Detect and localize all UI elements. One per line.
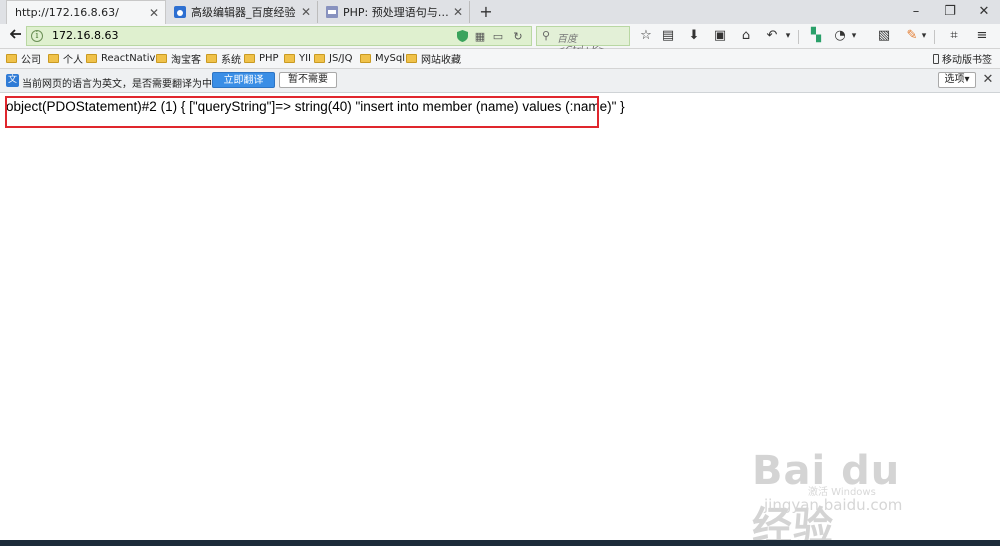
- tab-php-docs[interactable]: PHP: 预处理语句与存储过程 ✕: [318, 1, 470, 23]
- bookmark-label: 淘宝客: [171, 55, 201, 66]
- tab-baidu-jingyan[interactable]: 高级编辑器_百度经验 ✕: [166, 1, 318, 23]
- bookmark-label: 公司: [21, 55, 41, 66]
- tab-title: PHP: 预处理语句与存储过程: [343, 6, 451, 19]
- close-tab-icon[interactable]: ✕: [299, 5, 313, 19]
- bookmark-label: 系统: [221, 55, 241, 66]
- folder-icon: [6, 54, 17, 63]
- highlight-annotation-box: [5, 96, 599, 128]
- bookmarks-bar: 公司 个人 ReactNative 淘宝客 系统 PHP YII JS/JQ M…: [0, 49, 1000, 69]
- bookmark-label: ReactNative: [101, 53, 162, 64]
- translate-now-button[interactable]: 立即翻译: [212, 72, 275, 88]
- folder-icon: [48, 54, 59, 63]
- navigation-bar: i 172.16.8.63 ▦ ▭ ↻ ⚲ 百度 <Ctrl+K> ☆ ▤ ⬇ …: [0, 24, 1000, 56]
- restore-button[interactable]: ❐: [932, 0, 968, 24]
- search-bar[interactable]: ⚲ 百度 <Ctrl+K>: [536, 26, 630, 56]
- taskbar: [0, 540, 1000, 546]
- folder-icon: [406, 54, 417, 63]
- page-content: object(PDOStatement)#2 (1) { ["queryStri…: [0, 93, 1000, 550]
- not-now-button[interactable]: 暂不需要: [279, 72, 337, 88]
- download-icon[interactable]: ⬇: [684, 26, 704, 46]
- tab-strip: http://172.16.8.63/ ✕ 高级编辑器_百度经验 ✕ PHP: …: [0, 0, 1000, 25]
- mobile-phone-icon: [933, 53, 939, 64]
- minimize-button[interactable]: –: [898, 0, 934, 24]
- translate-message: 当前网页的语言为英文，是否需要翻译为中文？: [22, 79, 232, 90]
- bookmark-folder[interactable]: 系统: [206, 51, 241, 66]
- shield-icon[interactable]: [455, 30, 469, 44]
- qr-code-icon[interactable]: ▦: [473, 30, 487, 44]
- bookmark-folder[interactable]: 淘宝客: [156, 51, 201, 66]
- folder-icon: [284, 54, 295, 63]
- folder-icon: [360, 54, 371, 63]
- bookmark-star-icon[interactable]: ☆: [636, 26, 656, 46]
- undo-icon[interactable]: ↶: [762, 26, 782, 46]
- translate-options-button[interactable]: 选项▾: [938, 72, 976, 88]
- baidu-favicon-icon: [174, 6, 186, 18]
- folder-icon: [244, 54, 255, 63]
- back-arrow-icon: [9, 29, 21, 39]
- close-window-button[interactable]: ✕: [966, 0, 1000, 24]
- tab-title: http://172.16.8.63/: [15, 6, 119, 19]
- bookmark-label: 个人: [63, 55, 83, 66]
- mobile-bookmarks-label: 移动版书签: [942, 55, 992, 66]
- undo-dropdown-icon[interactable]: ▾: [782, 26, 794, 46]
- translate-icon: 文: [6, 74, 19, 87]
- folder-icon: [156, 54, 167, 63]
- baidu-watermark: Bai du 经验 激活 Windows jingyan.baidu.com: [752, 438, 952, 550]
- search-icon: ⚲: [542, 29, 551, 42]
- php-favicon-icon: [326, 6, 338, 18]
- back-button[interactable]: [6, 26, 26, 46]
- bookmarks-library-icon[interactable]: ▤: [658, 26, 678, 46]
- mobile-bookmarks-button[interactable]: 移动版书签: [933, 51, 992, 66]
- reader-icon[interactable]: ▭: [491, 30, 505, 44]
- folder-icon: [314, 54, 325, 63]
- translate-bar: 文 当前网页的语言为英文，是否需要翻译为中文？ 立即翻译 暂不需要 选项▾ ✕: [0, 69, 1000, 93]
- url-text[interactable]: 172.16.8.63: [52, 29, 118, 42]
- bookmark-folder[interactable]: 网站收藏: [406, 51, 461, 66]
- bookmark-folder[interactable]: JS/JQ: [314, 51, 353, 66]
- watermark-url: jingyan.baidu.com: [764, 496, 903, 514]
- bookmark-label: 网站收藏: [421, 55, 461, 66]
- palette-dropdown-icon[interactable]: ▾: [848, 26, 860, 46]
- toolbar-separator: [934, 30, 935, 44]
- bookmark-folder[interactable]: ReactNative: [86, 51, 162, 66]
- extension-icon[interactable]: ▚: [806, 26, 826, 46]
- bookmark-folder[interactable]: 个人: [48, 51, 83, 66]
- refresh-icon[interactable]: ↻: [511, 30, 525, 44]
- home-icon[interactable]: ⌂: [736, 26, 756, 46]
- address-bar[interactable]: i 172.16.8.63 ▦ ▭ ↻: [26, 26, 532, 46]
- bookmark-label: MySql: [375, 53, 406, 64]
- bookmark-folder[interactable]: MySql: [360, 51, 405, 66]
- bookmark-folder[interactable]: YII: [284, 51, 311, 66]
- folder-icon: [206, 54, 217, 63]
- bookmark-label: PHP: [259, 53, 279, 64]
- tab-active[interactable]: http://172.16.8.63/ ✕: [6, 0, 166, 24]
- bookmark-label: YII: [299, 53, 312, 64]
- menu-icon[interactable]: ≡: [972, 26, 992, 46]
- bookmark-label: JS/JQ: [329, 53, 353, 64]
- crop-icon[interactable]: ⌗: [944, 26, 964, 46]
- close-tab-icon[interactable]: ✕: [147, 6, 161, 20]
- theme-palette-icon[interactable]: ◔: [830, 26, 850, 46]
- tab-title: 高级编辑器_百度经验: [191, 6, 296, 19]
- addon-dropdown-icon[interactable]: ▾: [918, 26, 930, 46]
- folder-icon: [86, 54, 97, 63]
- bookmark-folder[interactable]: 公司: [6, 51, 41, 66]
- site-info-icon[interactable]: i: [31, 30, 43, 42]
- screenshot-icon[interactable]: ▧: [874, 26, 894, 46]
- close-tab-icon[interactable]: ✕: [451, 5, 465, 19]
- close-translate-bar-icon[interactable]: ✕: [980, 72, 996, 88]
- bookmark-folder[interactable]: PHP: [244, 51, 279, 66]
- new-tab-button[interactable]: +: [476, 2, 496, 22]
- reading-list-icon[interactable]: ▣: [710, 26, 730, 46]
- toolbar-separator: [798, 30, 799, 44]
